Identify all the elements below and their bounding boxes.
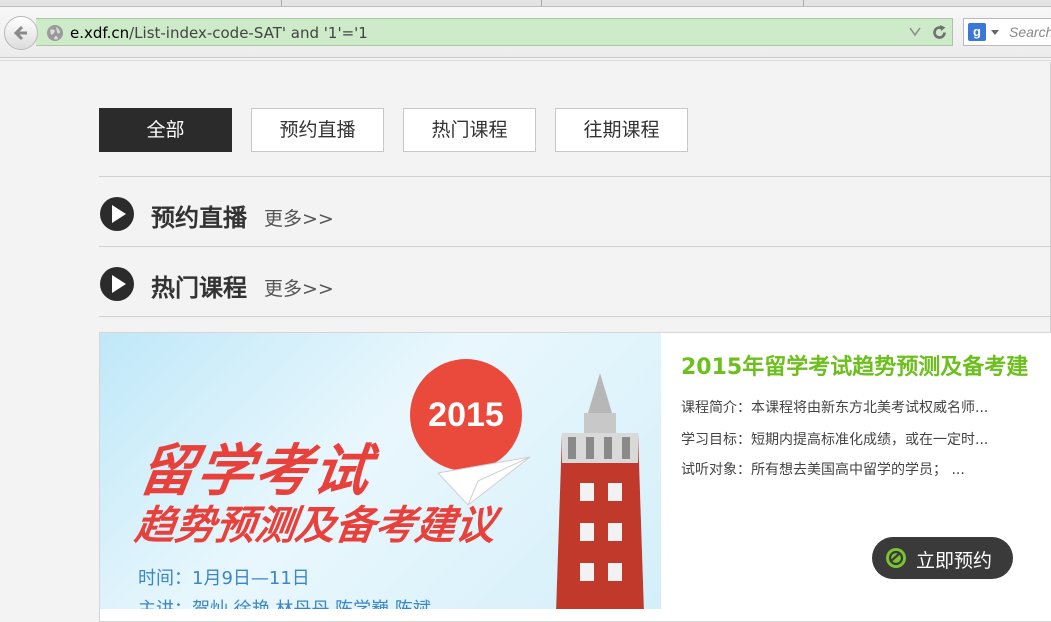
tab-separator bbox=[281, 0, 282, 6]
tab-all[interactable]: 全部 bbox=[99, 108, 232, 152]
banner-time: 时间：1月9日—11日 bbox=[138, 568, 310, 589]
divider bbox=[99, 246, 1051, 247]
tab-separator bbox=[541, 0, 542, 6]
play-icon bbox=[100, 197, 134, 231]
reserve-now-button[interactable]: 立即预约 bbox=[872, 537, 1013, 579]
divider bbox=[99, 316, 1051, 317]
course-audience: 试听对象：所有想去美国高中留学的学员； ... bbox=[681, 462, 965, 478]
url-host: e.xdf.cn bbox=[70, 24, 130, 42]
more-link[interactable]: 更多>> bbox=[264, 204, 334, 231]
tab-past-courses[interactable]: 往期课程 bbox=[555, 108, 688, 152]
banner-hosts: 主讲：贺灿 徐艳 林丹丹 陈学巍 陈斌 bbox=[138, 595, 431, 609]
back-arrow-icon bbox=[13, 25, 27, 41]
section-title: 预约直播 bbox=[151, 204, 247, 232]
tab-hot-courses[interactable]: 热门课程 bbox=[403, 108, 536, 152]
search-placeholder: Search bbox=[1009, 24, 1051, 40]
toolbar-divider bbox=[0, 60, 1051, 61]
play-icon bbox=[100, 267, 134, 301]
section-title: 热门课程 bbox=[151, 274, 247, 302]
course-title[interactable]: 2015年留学考试趋势预测及备考建 bbox=[681, 349, 1028, 381]
browser-toolbar: e.xdf.cn/List-index-code-SAT' and '1'='1… bbox=[0, 7, 1051, 58]
address-bar[interactable]: e.xdf.cn/List-index-code-SAT' and '1'='1 bbox=[36, 18, 953, 46]
reload-icon[interactable] bbox=[931, 24, 948, 41]
check-circle-icon bbox=[886, 548, 906, 568]
course-intro: 课程简介：本课程将由新东方北美考试权威名师... bbox=[681, 400, 989, 416]
engine-dropdown-icon[interactable] bbox=[991, 30, 999, 35]
url-dropdown-icon[interactable] bbox=[909, 27, 921, 37]
google-icon[interactable]: g bbox=[968, 23, 986, 41]
course-goal: 学习目标：短期内提高标准化成绩，或在一定时... bbox=[681, 432, 989, 448]
tab-live-booking[interactable]: 预约直播 bbox=[251, 108, 384, 152]
globe-icon bbox=[47, 25, 63, 41]
tab-separator bbox=[803, 0, 804, 6]
more-link[interactable]: 更多>> bbox=[264, 274, 334, 301]
reserve-label: 立即预约 bbox=[916, 550, 993, 572]
search-box[interactable]: g Search bbox=[963, 18, 1051, 46]
course-card[interactable]: 2015 留学考试 趋势预测及备考建议 时间：1月9日—11日 主讲：贺灿 徐艳… bbox=[99, 332, 1051, 622]
tab-strip bbox=[0, 0, 1051, 7]
url-path: /List-index-code-SAT' and '1'='1 bbox=[129, 24, 368, 42]
tower-illustration bbox=[556, 373, 644, 609]
banner-title-line2: 趋势预测及备考建议 bbox=[132, 503, 499, 549]
url-text: e.xdf.cn/List-index-code-SAT' and '1'='1 bbox=[70, 24, 368, 42]
back-button[interactable] bbox=[4, 16, 38, 50]
course-banner-image[interactable]: 2015 留学考试 趋势预测及备考建议 时间：1月9日—11日 主讲：贺灿 徐艳… bbox=[100, 333, 661, 609]
divider bbox=[99, 176, 1051, 177]
